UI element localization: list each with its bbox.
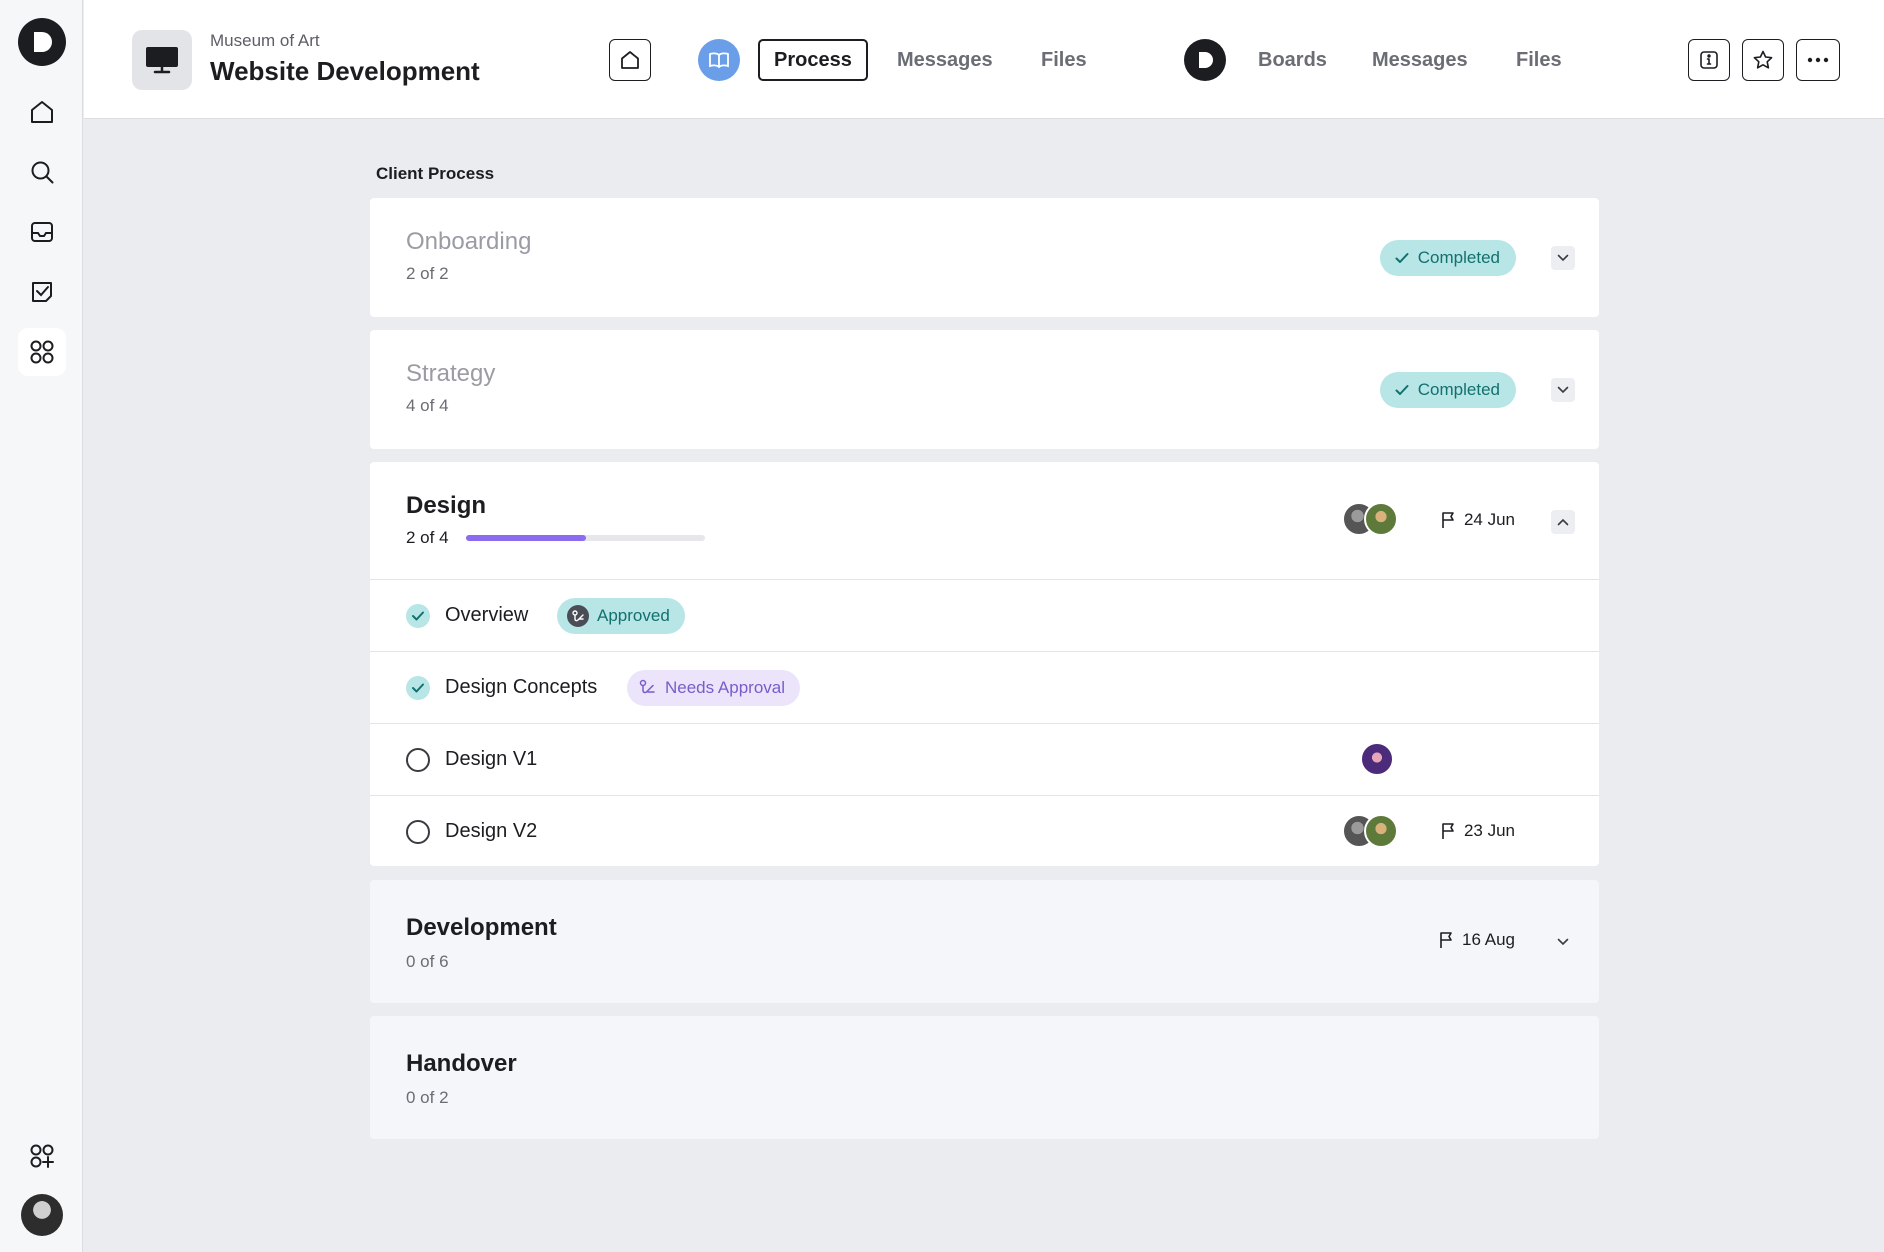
tab-files[interactable]: Files — [1041, 39, 1087, 81]
add-app-icon[interactable] — [18, 1132, 66, 1180]
badge-label: Approved — [597, 606, 670, 625]
stage-card-development[interactable]: Development 0 of 6 16 Aug — [370, 880, 1599, 1003]
task-unchecked-icon[interactable] — [406, 748, 430, 772]
check-icon — [1395, 253, 1409, 263]
tab-team-files[interactable]: Files — [1516, 39, 1562, 81]
task-unchecked-icon[interactable] — [406, 820, 430, 844]
stage-count: 0 of 2 — [406, 1088, 449, 1107]
flag-icon — [1442, 823, 1454, 839]
status-label: Completed — [1417, 380, 1500, 399]
task-row-design-concepts[interactable]: Design Concepts Needs Approval — [370, 651, 1599, 723]
project-header: Museum of Art Website Development Proces… — [84, 0, 1884, 119]
task-row-design-v1[interactable]: Design V1 — [370, 723, 1599, 795]
task-label: Design V2 — [445, 820, 538, 842]
stage-card-onboarding[interactable]: Onboarding 2 of 2 Completed — [370, 198, 1599, 317]
tasks-icon[interactable] — [18, 268, 66, 316]
stage-count: 0 of 6 — [406, 952, 449, 971]
favorite-button[interactable] — [1742, 39, 1784, 81]
chevron-up-icon[interactable] — [1551, 510, 1575, 534]
avatar — [1364, 502, 1398, 536]
assignee-avatars[interactable] — [1342, 814, 1398, 848]
tab-team-messages[interactable]: Messages — [1372, 39, 1468, 81]
approver-avatar — [567, 605, 589, 627]
avatar — [1360, 742, 1394, 776]
stage-card-strategy[interactable]: Strategy 4 of 4 Completed — [370, 330, 1599, 449]
status-badge: Completed — [1379, 372, 1516, 408]
chevron-down-icon[interactable] — [1551, 378, 1575, 402]
check-icon — [1395, 385, 1409, 395]
task-checked-icon[interactable] — [406, 676, 430, 700]
flag-icon — [1440, 932, 1452, 948]
due-date-label: 24 Jun — [1463, 510, 1515, 529]
project-title: Website Development — [210, 56, 480, 86]
left-rail — [0, 0, 83, 1252]
due-date[interactable]: 24 Jun — [1441, 510, 1515, 530]
flag-icon — [1442, 512, 1454, 528]
user-avatar[interactable] — [21, 1194, 63, 1236]
app-logo-icon[interactable] — [18, 18, 66, 66]
apps-icon[interactable] — [18, 328, 66, 376]
client-workspace-icon[interactable] — [698, 39, 740, 81]
stage-name: Development — [406, 914, 557, 941]
tab-boards[interactable]: Boards — [1258, 39, 1327, 81]
status-label: Completed — [1417, 248, 1500, 267]
stage-name: Handover — [406, 1050, 517, 1077]
tab-messages[interactable]: Messages — [897, 39, 993, 81]
home-icon[interactable] — [18, 88, 66, 136]
assignee-avatars[interactable] — [1360, 742, 1394, 776]
due-date-label: 23 Jun — [1463, 821, 1515, 840]
due-date[interactable]: 16 Aug — [1439, 930, 1515, 950]
task-label: Design V1 — [445, 748, 538, 770]
stage-card-design: Design 2 of 4 24 Jun Overview Approved D… — [370, 462, 1599, 866]
monitor-icon — [132, 30, 192, 90]
stage-name: Onboarding — [406, 228, 532, 255]
badge-label: Needs Approval — [665, 678, 786, 697]
info-button[interactable] — [1688, 39, 1730, 81]
task-row-overview[interactable]: Overview Approved — [370, 579, 1599, 651]
due-date-label: 16 Aug — [1462, 930, 1515, 949]
assignee-avatars[interactable] — [1342, 502, 1398, 536]
task-label: Design Concepts — [445, 676, 598, 698]
stage-name: Design — [406, 492, 487, 519]
stage-count: 2 of 4 — [406, 528, 449, 547]
stage-progress-bar — [466, 535, 705, 541]
tab-process[interactable]: Process — [758, 39, 868, 81]
stage-count: 4 of 4 — [406, 396, 449, 415]
inbox-icon[interactable] — [18, 208, 66, 256]
approved-badge: Approved — [557, 598, 685, 634]
chevron-down-icon[interactable] — [1551, 930, 1575, 954]
progress-fill — [466, 535, 586, 541]
avatar — [1364, 814, 1398, 848]
chevron-down-icon[interactable] — [1551, 246, 1575, 270]
search-icon[interactable] — [18, 148, 66, 196]
stage-card-handover[interactable]: Handover 0 of 2 — [370, 1016, 1599, 1139]
more-options-button[interactable] — [1796, 39, 1840, 81]
status-badge: Completed — [1379, 240, 1516, 276]
task-checked-icon[interactable] — [406, 604, 430, 628]
approval-icon — [639, 679, 655, 694]
stage-count: 2 of 2 — [406, 264, 449, 283]
project-home-button[interactable] — [609, 39, 651, 81]
section-title: Client Process — [376, 164, 495, 183]
task-label: Overview — [445, 604, 529, 626]
stage-name: Strategy — [406, 360, 496, 387]
due-date[interactable]: 23 Jun — [1441, 821, 1515, 841]
client-name: Museum of Art — [210, 31, 320, 50]
team-workspace-icon[interactable] — [1184, 39, 1226, 81]
needs-approval-badge: Needs Approval — [627, 670, 801, 706]
task-row-design-v2[interactable]: Design V2 23 Jun — [370, 795, 1599, 867]
